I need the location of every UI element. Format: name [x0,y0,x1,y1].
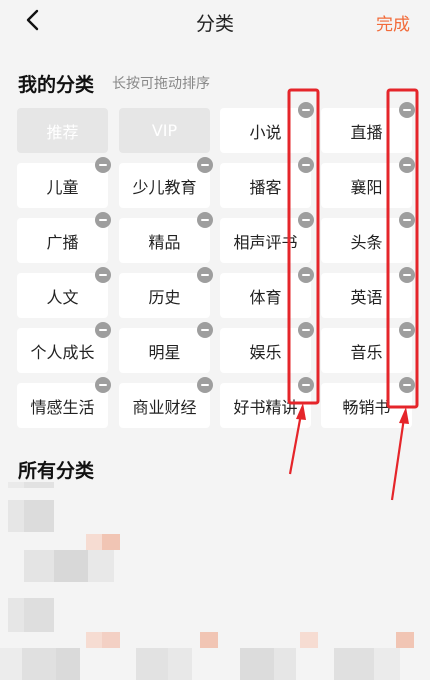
category-item[interactable]: 好书精讲 [220,383,311,428]
category-label: 情感生活 [30,397,95,417]
category-label: 少儿教育 [132,177,197,197]
category-item[interactable]: 英语 [321,273,412,318]
category-item[interactable]: 人文 [17,273,108,318]
category-item[interactable]: 直播 [321,108,412,153]
category-label: 头条 [350,232,383,252]
minus-circle-icon[interactable] [399,102,415,118]
category-item[interactable]: 播客 [220,163,311,208]
category-item[interactable]: 情感生活 [17,383,108,428]
category-item[interactable]: 体育 [220,273,311,318]
category-item[interactable]: 广播 [17,218,108,263]
category-label: VIP [151,121,178,140]
category-item[interactable]: 历史 [119,273,210,318]
minus-circle-icon[interactable] [95,322,111,338]
category-item[interactable]: 小说 [220,108,311,153]
category-label: 直播 [350,122,383,142]
category-label: 精品 [148,232,181,252]
minus-circle-icon[interactable] [95,157,111,173]
category-item[interactable]: 推荐 [17,108,108,153]
minus-circle-icon[interactable] [95,267,111,283]
category-label: 播客 [249,177,282,197]
category-label: 畅销书 [342,397,391,417]
category-label: 商业财经 [132,397,197,417]
category-label: 个人成长 [30,342,95,362]
minus-circle-icon[interactable] [298,377,314,393]
minus-circle-icon[interactable] [95,212,111,228]
category-label: 好书精讲 [233,397,298,417]
minus-circle-icon[interactable] [197,377,213,393]
minus-circle-icon[interactable] [197,267,213,283]
minus-circle-icon[interactable] [298,322,314,338]
category-label: 人文 [46,287,79,307]
category-item[interactable]: 精品 [119,218,210,263]
minus-circle-icon[interactable] [197,212,213,228]
minus-circle-icon[interactable] [298,102,314,118]
minus-circle-icon[interactable] [298,212,314,228]
minus-circle-icon[interactable] [298,157,314,173]
category-label: 广播 [46,232,79,252]
minus-circle-icon[interactable] [399,322,415,338]
minus-circle-icon[interactable] [298,267,314,283]
category-item[interactable]: 相声评书 [220,218,311,263]
category-label: 推荐 [46,122,79,142]
minus-circle-icon[interactable] [399,212,415,228]
category-item[interactable]: 音乐 [321,328,412,373]
category-item[interactable]: 畅销书 [321,383,412,428]
category-label: 娱乐 [249,342,282,362]
minus-circle-icon[interactable] [399,377,415,393]
minus-circle-icon[interactable] [95,377,111,393]
category-label: 体育 [249,287,282,307]
minus-circle-icon[interactable] [197,322,213,338]
category-label: 明星 [148,342,181,362]
minus-circle-icon[interactable] [399,267,415,283]
category-item[interactable]: 商业财经 [119,383,210,428]
my-categories-grid: 推荐 VIP 小说 直播儿童 少儿教育 播客 襄阳广播 精品 相声评书 头条人文 历史 体育 英语个人成… [0,0,430,430]
category-label: 小说 [249,122,282,142]
category-item[interactable]: VIP [119,108,210,153]
category-label: 儿童 [46,177,79,197]
category-item[interactable]: 少儿教育 [119,163,210,208]
category-item[interactable]: 儿童 [17,163,108,208]
category-label: 英语 [350,287,383,307]
category-label: 历史 [148,287,181,307]
blurred-content [0,478,430,680]
category-label: 相声评书 [233,232,298,252]
minus-circle-icon[interactable] [197,157,213,173]
category-item[interactable]: 娱乐 [220,328,311,373]
category-item[interactable]: 头条 [321,218,412,263]
minus-circle-icon[interactable] [399,157,415,173]
category-item[interactable]: 襄阳 [321,163,412,208]
category-item[interactable]: 明星 [119,328,210,373]
category-label: 音乐 [350,342,383,362]
category-item[interactable]: 个人成长 [17,328,108,373]
category-label: 襄阳 [350,177,383,197]
